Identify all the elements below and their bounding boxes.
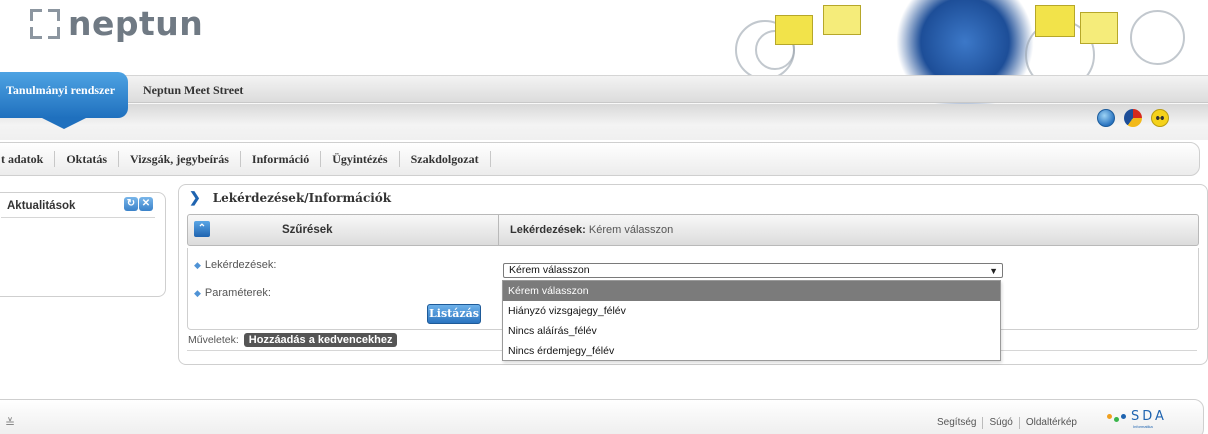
- chevron-down-icon: ▼: [989, 266, 998, 276]
- theme-icon[interactable]: [1124, 109, 1142, 127]
- dropdown-option[interactable]: Kérem válasszon: [503, 281, 1000, 301]
- neptun-logo[interactable]: neptun: [30, 4, 203, 43]
- collapse-icon[interactable]: ⌃: [194, 221, 210, 237]
- queries-dropdown-list: Kérem válasszon Hiányzó vizsgajegy_félév…: [502, 280, 1001, 361]
- logo-text: neptun: [68, 4, 204, 43]
- queries-select-value: Kérem válasszon: [509, 264, 590, 276]
- header-icons: [1097, 109, 1169, 127]
- guide-link[interactable]: Súgó: [983, 417, 1020, 429]
- sda-logo-subtitle: Informatika: [1133, 424, 1153, 429]
- help-link[interactable]: Segítség: [931, 417, 984, 429]
- logo-dot: [1107, 414, 1112, 419]
- filter-header: ⌃ Szűrések Lekérdezések: Kérem válasszon: [187, 214, 1199, 246]
- close-icon[interactable]: ✕: [139, 197, 153, 211]
- list-button[interactable]: Listázás: [427, 304, 481, 324]
- dropdown-option[interactable]: Nincs érdemjegy_félév: [503, 341, 1000, 361]
- logo-dot: [1121, 414, 1126, 419]
- page-footer: ≚ Segítség Súgó Oldaltérkép SDA Informat…: [0, 399, 1204, 434]
- menu-item-ugyintezes[interactable]: Ügyintézés: [321, 151, 400, 167]
- main-menu: t adatok Oktatás Vizsgák, jegybeírás Inf…: [0, 142, 1200, 176]
- accessibility-icon[interactable]: [1151, 109, 1169, 127]
- add-to-favorites-button[interactable]: Hozzáadás a kedvencekhez: [243, 333, 398, 347]
- globe-icon[interactable]: [1097, 109, 1115, 127]
- filter-summary-value: Kérem válasszon: [588, 224, 674, 236]
- operations-row: Műveletek: Hozzáadás a kedvencekhez: [188, 333, 398, 347]
- queries-label: Lekérdezések:: [204, 259, 277, 271]
- sda-logo[interactable]: SDA Informatika: [1107, 409, 1167, 429]
- footer-links: Segítség Súgó Oldaltérkép: [931, 417, 1083, 429]
- menu-item-szakdolgozat[interactable]: Szakdolgozat: [400, 151, 491, 167]
- filter-summary: Lekérdezések: Kérem válasszon: [510, 224, 673, 236]
- logo-dot: [1114, 417, 1119, 422]
- operations-label: Műveletek:: [188, 334, 239, 346]
- sda-logo-text: SDA: [1131, 409, 1167, 424]
- filter-summary-label: Lekérdezések:: [510, 224, 586, 236]
- tab-neptun-meet-street[interactable]: Neptun Meet Street: [143, 83, 243, 98]
- params-label: Paraméterek:: [204, 287, 271, 299]
- tab-bar-shadow: [0, 104, 1208, 126]
- news-panel-controls: ↻ ✕: [124, 197, 153, 211]
- menu-item-oktatas[interactable]: Oktatás: [55, 151, 120, 167]
- active-tab-pointer: [40, 117, 88, 129]
- refresh-icon[interactable]: ↻: [124, 197, 138, 211]
- queries-row: ◆ Lekérdezések:: [194, 259, 276, 271]
- menu-item-informacio[interactable]: Információ: [241, 151, 322, 167]
- dropdown-option[interactable]: Nincs aláírás_félév: [503, 321, 1000, 341]
- page-title-text: Lekérdezések/Információk: [212, 190, 392, 205]
- page-header: neptun Tanulmányi rendszer Neptun Meet S…: [0, 0, 1208, 140]
- menu-item-vizsgak[interactable]: Vizsgák, jegybeírás: [119, 151, 241, 167]
- arrow-icon: ◆: [194, 287, 201, 298]
- arrow-icon: ◆: [194, 259, 201, 270]
- collapse-arrows-icon[interactable]: ≚: [5, 416, 15, 430]
- filter-title: Szűrések: [282, 224, 333, 236]
- dropdown-option[interactable]: Hiányzó vizsgajegy_félév: [503, 301, 1000, 321]
- sitemap-link[interactable]: Oldaltérkép: [1020, 417, 1083, 429]
- chevron-right-icon: ❯: [189, 189, 201, 205]
- queries-select[interactable]: Kérem válasszon ▼: [503, 263, 1003, 278]
- divider: [498, 215, 499, 245]
- params-row: ◆ Paraméterek:: [194, 287, 271, 299]
- tab-tanulmanyi-rendszer[interactable]: Tanulmányi rendszer: [0, 72, 128, 118]
- news-panel-title: Aktualitások: [7, 200, 76, 212]
- neptun-logo-icon: [30, 8, 60, 39]
- news-panel: Aktualitások ↻ ✕: [0, 192, 166, 297]
- page-title: ❯ Lekérdezések/Információk: [189, 189, 391, 206]
- menu-item-adatok[interactable]: t adatok: [1, 151, 56, 167]
- divider: [1, 217, 155, 218]
